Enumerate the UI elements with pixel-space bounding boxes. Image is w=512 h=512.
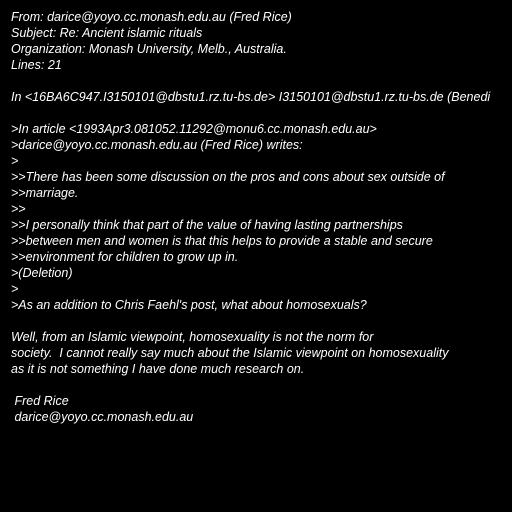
quoted-line: > xyxy=(11,282,19,296)
body-line: society. I cannot really say much about … xyxy=(11,346,449,360)
quoted-line: >As an addition to Chris Faehl's post, w… xyxy=(11,298,367,312)
header-from: From: darice@yoyo.cc.monash.edu.au (Fred… xyxy=(11,10,292,24)
quoted-line: >>marriage. xyxy=(11,186,79,200)
header-lines: Lines: 21 xyxy=(11,58,62,72)
quoted-line: >>I personally think that part of the va… xyxy=(11,218,403,232)
in-reply-to-line: In <16BA6C947.I3150101@dbstu1.rz.tu-bs.d… xyxy=(11,90,491,104)
quoted-line: >(Deletion) xyxy=(11,266,73,280)
header-organization: Organization: Monash University, Melb., … xyxy=(11,42,287,56)
quoted-line: >> xyxy=(11,202,26,216)
body-line: Well, from an Islamic viewpoint, homosex… xyxy=(11,330,374,344)
body-line: as it is not something I have done much … xyxy=(11,362,305,376)
quoted-line: >>between men and women is that this hel… xyxy=(11,234,433,248)
signature-name: Fred Rice xyxy=(11,394,69,408)
quoted-line: >darice@yoyo.cc.monash.edu.au (Fred Rice… xyxy=(11,138,303,152)
quoted-line: > xyxy=(11,154,19,168)
quoted-line: >>environment for children to grow up in… xyxy=(11,250,239,264)
quoted-line: >>There has been some discussion on the … xyxy=(11,170,445,184)
quoted-line: >In article <1993Apr3.081052.11292@monu6… xyxy=(11,122,377,136)
header-subject: Subject: Re: Ancient islamic rituals xyxy=(11,26,203,40)
email-message: From: darice@yoyo.cc.monash.edu.au (Fred… xyxy=(0,0,512,512)
signature-email: darice@yoyo.cc.monash.edu.au xyxy=(11,410,194,424)
